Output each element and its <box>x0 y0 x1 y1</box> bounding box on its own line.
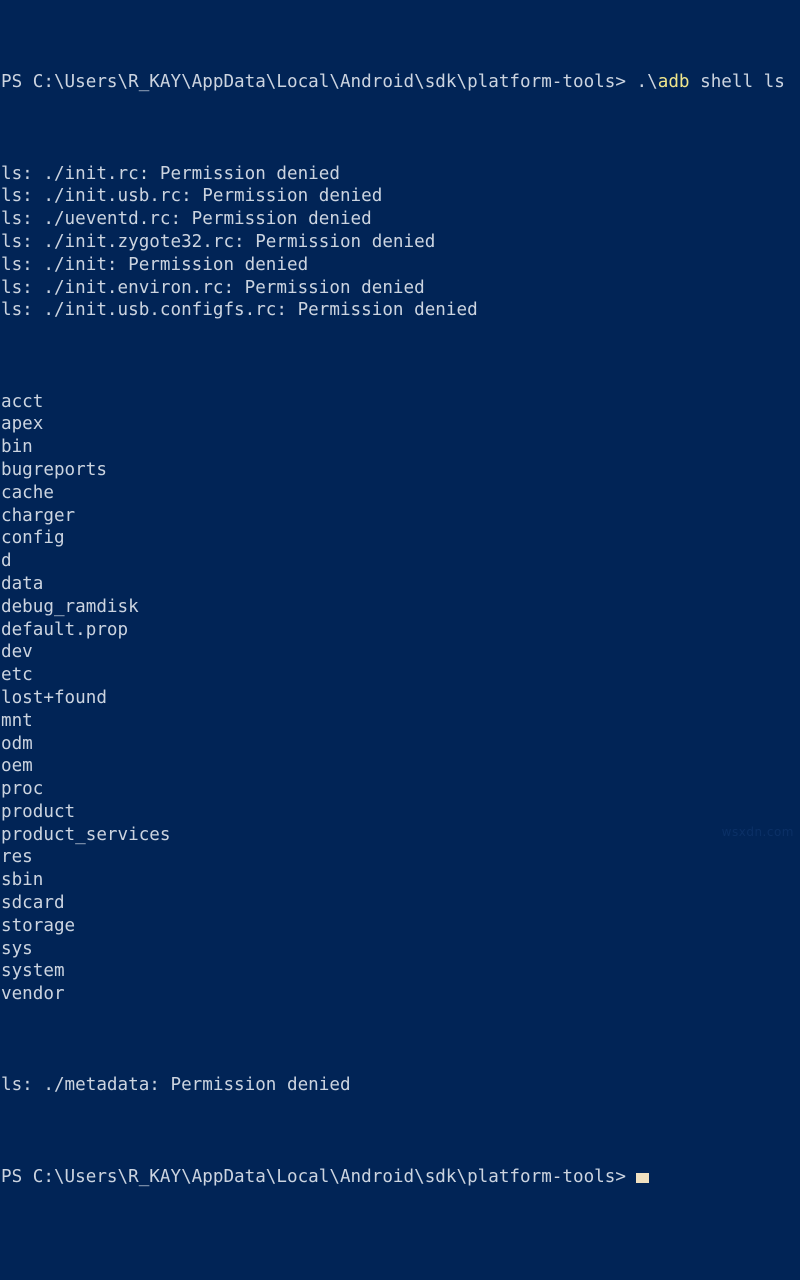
prompt-path: PS C:\Users\R_KAY\AppData\Local\Android\… <box>1 72 626 93</box>
terminal-listing-entry: data <box>1 573 44 594</box>
terminal-error-line: ls: ./init.environ.rc: Permission denied <box>1 277 425 298</box>
terminal-listing-entry: config <box>1 528 65 549</box>
command-arguments: shell ls <box>689 72 785 93</box>
command-prefix: .\ <box>625 72 658 93</box>
final-prompt-line[interactable]: PS C:\Users\R_KAY\AppData\Local\Android\… <box>1 1166 800 1189</box>
terminal-listing-entry: proc <box>1 779 44 800</box>
terminal-listing-entry: charger <box>1 505 76 526</box>
terminal-error-line: ls: ./metadata: Permission denied <box>1 1075 351 1096</box>
terminal-listing-entry: dev <box>1 642 33 663</box>
terminal-listing-entry: etc <box>1 665 33 686</box>
terminal-listing-entry: product <box>1 801 76 822</box>
terminal-listing-entry: debug_ramdisk <box>1 596 139 617</box>
terminal-listing-entry: product_services <box>1 824 171 845</box>
text-cursor <box>635 1172 649 1183</box>
error-output-top: ls: ./init.rc: Permission denied ls: ./in… <box>1 163 800 323</box>
command-executable: adb <box>657 72 690 93</box>
terminal-error-line: ls: ./init: Permission denied <box>1 254 309 275</box>
error-output-bottom: ls: ./metadata: Permission denied <box>1 1074 800 1097</box>
terminal-listing-entry: bugreports <box>1 459 107 480</box>
terminal-error-line: ls: ./init.rc: Permission denied <box>1 163 340 184</box>
terminal-listing-entry: odm <box>1 733 33 754</box>
terminal-listing-entry: bin <box>1 437 33 458</box>
terminal-listing-entry: system <box>1 961 65 982</box>
directory-listing: acct apex bin bugreports cache charger config d… <box>1 391 800 1007</box>
terminal-listing-entry: cache <box>1 482 54 503</box>
terminal-listing-entry: storage <box>1 915 76 936</box>
terminal-listing-entry: oem <box>1 756 33 777</box>
powershell-terminal[interactable]: PS C:\Users\R_KAY\AppData\Local\Android\… <box>0 0 800 1187</box>
terminal-error-line: ls: ./init.usb.configfs.rc: Permission d… <box>1 300 478 321</box>
terminal-listing-entry: d <box>1 551 12 572</box>
final-prompt-path: PS C:\Users\R_KAY\AppData\Local\Android\… <box>1 1166 626 1187</box>
site-watermark: wsxdn.com <box>721 825 794 840</box>
terminal-error-line: ls: ./ueventd.rc: Permission denied <box>1 209 372 230</box>
terminal-listing-entry: apex <box>1 414 44 435</box>
terminal-listing-entry: lost+found <box>1 687 107 708</box>
terminal-error-line: ls: ./init.zygote32.rc: Permission denie… <box>1 231 436 252</box>
terminal-listing-entry: sbin <box>1 870 44 891</box>
terminal-error-line: ls: ./init.usb.rc: Permission denied <box>1 186 383 207</box>
terminal-listing-entry: sdcard <box>1 893 65 914</box>
terminal-listing-entry: mnt <box>1 710 33 731</box>
terminal-listing-entry: vendor <box>1 984 65 1005</box>
command-prompt-line: PS C:\Users\R_KAY\AppData\Local\Android\… <box>1 71 800 94</box>
terminal-listing-entry: sys <box>1 938 33 959</box>
terminal-listing-entry: default.prop <box>1 619 129 640</box>
terminal-listing-entry: acct <box>1 391 44 412</box>
